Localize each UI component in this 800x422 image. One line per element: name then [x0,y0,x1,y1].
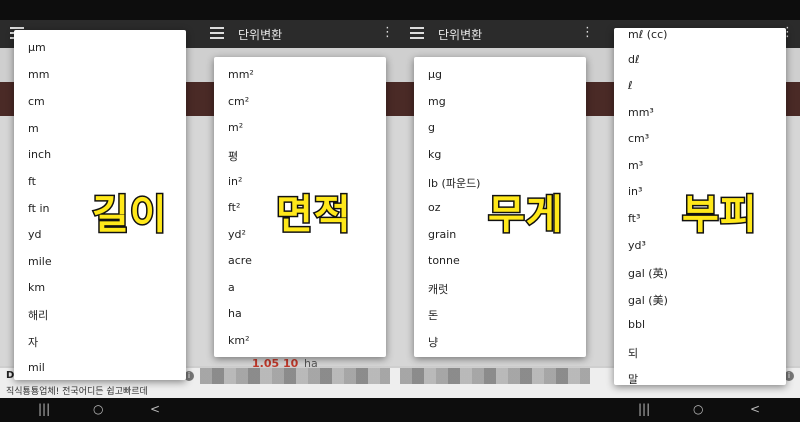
hamburger-menu-icon[interactable] [210,27,224,39]
unit-option[interactable]: m² [228,121,243,134]
back-icon[interactable]: < [150,402,160,416]
app-bar: 단위변환 ⋮ [400,20,600,48]
unit-option[interactable]: 되 [628,345,638,361]
blurred-ad-image [400,368,590,384]
unit-option[interactable]: mm² [228,68,254,81]
unit-option[interactable]: mm [28,68,49,81]
recent-apps-icon[interactable]: ||| [638,402,650,416]
system-nav-bar: ||| ○ < [0,398,200,422]
system-nav-bar: ||| ○ < [600,398,800,422]
unit-option[interactable]: μg [428,68,442,81]
unit-option[interactable]: bbl [628,318,645,331]
unit-option[interactable]: 말 [628,371,638,387]
unit-option[interactable]: a [228,281,235,294]
screen-length: D 직식툥툥업체! 전국어디든 쉽고빠르데 i ||| ○ < μm mm cm… [0,0,200,422]
unit-option[interactable]: 평 [228,148,238,164]
unit-option[interactable]: 자 [28,334,38,350]
unit-option[interactable]: lb (파운드) [428,175,480,191]
screen-volume: ⋮ i ||| ○ < mℓ (cc) dℓ ℓ mm³ cm³ m³ in³ … [600,0,800,422]
system-nav-bar [400,398,600,422]
unit-option[interactable]: ha [228,307,242,320]
screen-area: 단위변환 ⋮ 1.05 10 ha mm² cm² m² 평 in² ft² y… [200,0,400,422]
ad-text: 직식툥툥업체! 전국어디든 쉽고빠르데 [6,387,148,397]
unit-option[interactable]: yd [28,228,42,241]
ad-banner[interactable] [400,368,600,398]
unit-option[interactable]: km² [228,334,250,347]
app-title: 단위변환 [438,28,483,42]
unit-option[interactable]: in³ [628,185,642,198]
unit-option[interactable]: in² [228,175,242,188]
unit-option[interactable]: mg [428,95,446,108]
unit-option[interactable]: μm [28,41,46,54]
system-nav-bar [200,398,400,422]
home-icon[interactable]: ○ [693,402,703,416]
unit-option[interactable]: 해리 [28,307,48,323]
unit-option[interactable]: 캐럿 [428,281,448,297]
unit-option[interactable]: acre [228,254,252,267]
unit-option[interactable]: grain [428,228,456,241]
unit-option[interactable]: m [28,122,39,135]
unit-option[interactable]: ft in [28,202,50,215]
unit-option[interactable]: gal (美) [628,292,668,308]
unit-option[interactable]: ft³ [628,212,640,225]
unit-option[interactable]: cm² [228,95,249,108]
more-options-icon[interactable]: ⋮ [581,25,594,40]
unit-option[interactable]: 냥 [428,334,438,350]
ad-banner[interactable] [200,368,400,398]
unit-option[interactable]: dℓ [628,53,640,66]
category-caption: 무게 [487,191,565,240]
unit-option[interactable]: 돈 [428,307,438,323]
blurred-ad-image [200,368,390,384]
unit-option[interactable]: yd³ [628,239,646,252]
category-caption: 길이 [91,191,169,240]
unit-option[interactable]: km [28,281,45,294]
status-bar [0,0,200,20]
status-bar [400,0,600,20]
unit-option[interactable]: ℓ [628,79,633,92]
unit-option[interactable]: g [428,121,435,134]
category-caption: 면적 [275,191,353,240]
unit-option[interactable]: ft [28,175,36,188]
unit-option[interactable]: m³ [628,159,643,172]
unit-option[interactable]: mil [28,361,45,374]
unit-option[interactable]: gal (英) [628,265,668,281]
unit-option[interactable]: tonne [428,254,460,267]
unit-option[interactable]: mile [28,255,52,268]
status-bar [600,0,800,20]
unit-option[interactable]: cm [28,95,45,108]
unit-option[interactable]: mm³ [628,106,654,119]
unit-option[interactable]: kg [428,148,441,161]
recent-apps-icon[interactable]: ||| [38,402,50,416]
more-options-icon[interactable]: ⋮ [381,25,394,40]
screen-weight: 단위변환 ⋮ μg mg g kg lb (파운드) oz grain tonn… [400,0,600,422]
unit-option[interactable]: ft² [228,201,240,214]
home-icon[interactable]: ○ [93,402,103,416]
back-icon[interactable]: < [750,402,760,416]
unit-option[interactable]: inch [28,148,51,161]
status-bar [200,0,400,20]
app-bar: 단위변환 ⋮ [200,20,400,48]
app-title: 단위변환 [238,28,283,42]
unit-option[interactable]: cm³ [628,132,649,145]
hamburger-menu-icon[interactable] [410,27,424,39]
unit-option[interactable]: mℓ (cc) [628,28,667,41]
unit-option[interactable]: oz [428,201,441,214]
category-caption: 부피 [681,191,759,240]
unit-option[interactable]: yd² [228,228,246,241]
